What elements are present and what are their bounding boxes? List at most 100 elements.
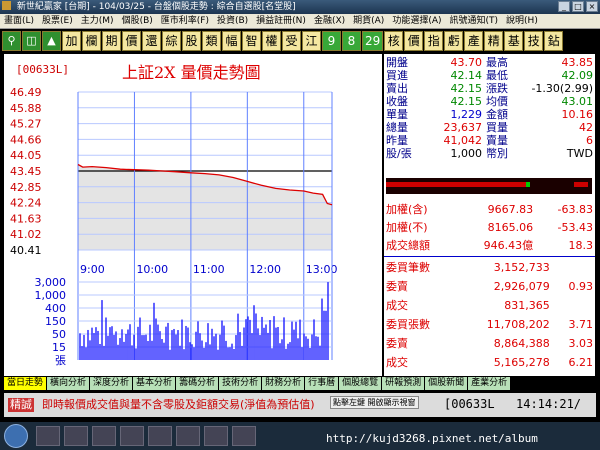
- tab-3[interactable]: 基本分析: [133, 377, 176, 390]
- menu-item[interactable]: 期貨(A): [349, 16, 388, 26]
- order-label: 委賣: [386, 337, 408, 350]
- quote-value: 1,229: [450, 108, 483, 121]
- toolbar-button[interactable]: 綜: [162, 31, 181, 51]
- price-tick-label: 45.27: [10, 118, 42, 131]
- time-tick-label: 13:00: [306, 263, 338, 276]
- order-value: 2,926,079: [493, 280, 550, 293]
- menu-item[interactable]: 畫面(L): [0, 16, 38, 26]
- close-button[interactable]: ×: [586, 1, 598, 12]
- taskbar-app-icon[interactable]: [176, 426, 200, 446]
- toolbar-button[interactable]: 價: [122, 31, 141, 51]
- menu-item[interactable]: 投資(B): [213, 16, 252, 26]
- menu-item[interactable]: 損益註冊(N): [252, 16, 310, 26]
- index-row: 加權(含) 9667.83 -63.83: [384, 200, 595, 218]
- quote-label: 買進: [386, 69, 408, 82]
- volume-tick-label: 150: [45, 315, 66, 328]
- menu-item[interactable]: 金融(X): [310, 16, 349, 26]
- taskbar-app-icon[interactable]: [36, 426, 60, 446]
- taskbar-app-icon[interactable]: [148, 426, 172, 446]
- quote-row: 買進 42.14 最低 42.09: [384, 69, 595, 82]
- toolbar-button[interactable]: 9: [322, 31, 341, 51]
- tab-8[interactable]: 個股總覽: [339, 377, 382, 390]
- menu-item[interactable]: 訊號通知(T): [446, 16, 503, 26]
- window-icon[interactable]: ◫: [22, 31, 41, 51]
- quote-label: 收盤: [386, 95, 408, 108]
- quote-value: 43.85: [561, 56, 594, 69]
- toolbar-button[interactable]: 受: [282, 31, 301, 51]
- tab-1[interactable]: 橫向分析: [47, 377, 90, 390]
- tab-7[interactable]: 行事曆: [305, 377, 339, 390]
- volume-tick-label: 1,000: [35, 289, 67, 302]
- toolbar-button[interactable]: 產: [464, 31, 484, 51]
- price-area: [78, 164, 332, 250]
- quote-value: 43.70: [450, 56, 483, 69]
- index-change: -63.83: [557, 202, 593, 216]
- toolbar-button[interactable]: 基: [504, 31, 524, 51]
- toolbar-button[interactable]: 29: [362, 31, 384, 51]
- quote-label: 單量: [386, 108, 408, 121]
- toolbar-button[interactable]: 期: [102, 31, 121, 51]
- menu-item[interactable]: 功能選擇(A): [388, 16, 445, 26]
- toolbar-button[interactable]: 鉆: [544, 31, 564, 51]
- taskbar-app-icon[interactable]: [120, 426, 144, 446]
- menu-item[interactable]: 主力(M): [77, 16, 118, 26]
- quote-value: TWD: [566, 147, 593, 160]
- toolbar-button[interactable]: 類: [202, 31, 221, 51]
- quote-label: 最高: [486, 56, 508, 69]
- toolbar-button[interactable]: 指: [424, 31, 444, 51]
- quote-value: 10.16: [561, 108, 594, 121]
- quote-label: 最低: [486, 69, 508, 82]
- tab-9[interactable]: 研報預測: [382, 377, 425, 390]
- toolbar-button[interactable]: 價: [404, 31, 424, 51]
- toolbar-button[interactable]: 股: [182, 31, 201, 51]
- order-ratio: [552, 258, 595, 277]
- tab-6[interactable]: 財務分析: [262, 377, 305, 390]
- quote-value: 42.15: [450, 82, 483, 95]
- toolbar-button[interactable]: 江: [302, 31, 321, 51]
- toolbar-button[interactable]: 幅: [222, 31, 241, 51]
- chart-icon[interactable]: ▲: [42, 31, 61, 51]
- taskbar-app-icon[interactable]: [64, 426, 88, 446]
- order-row: 委買筆數 3,152,733: [384, 258, 595, 277]
- tab-11[interactable]: 產業分析: [468, 377, 511, 390]
- toolbar-button[interactable]: 欄: [82, 31, 101, 51]
- time-tick-label: 11:00: [193, 263, 225, 276]
- open-popup-button[interactable]: 點擊左鍵 開啟顯示視窗: [330, 396, 419, 409]
- index-change: 18.3: [568, 238, 594, 252]
- tab-4[interactable]: 籌碼分析: [176, 377, 219, 390]
- menu-item[interactable]: 股票(E): [38, 16, 77, 26]
- menu-item[interactable]: 說明(H): [502, 16, 542, 26]
- toolbar-button[interactable]: 8: [342, 31, 361, 51]
- order-ratio: 0.93: [568, 280, 594, 293]
- price-tick-label: 45.88: [10, 102, 42, 115]
- tab-10[interactable]: 個股新聞: [425, 377, 468, 390]
- taskbar-app-icon[interactable]: [204, 426, 228, 446]
- quote-label: 幣別: [486, 147, 508, 160]
- tab-5[interactable]: 技術分析: [219, 377, 262, 390]
- watermark-url: http://kujd3268.pixnet.net/album: [326, 432, 538, 445]
- tab-2[interactable]: 深度分析: [90, 377, 133, 390]
- status-time: 14:14:21/: [516, 397, 582, 411]
- chart-canvas: 46.49 45.88 45.27 44.66 44.05 43.45 42.85 42.24…: [10, 86, 338, 367]
- maximize-button[interactable]: □: [572, 1, 584, 12]
- menu-item[interactable]: 個股(B): [118, 16, 157, 26]
- toolbar-button[interactable]: 精: [484, 31, 504, 51]
- toolbar-button[interactable]: 權: [262, 31, 281, 51]
- index-label: 成交總額: [386, 238, 430, 252]
- toolbar-button[interactable]: 智: [242, 31, 261, 51]
- order-table: 委買筆數 3,152,733 委賣 2,926,079 0.93 成交 831,365 委買張…: [384, 258, 595, 372]
- start-button[interactable]: [4, 424, 28, 448]
- toolbar-button[interactable]: 虧: [444, 31, 464, 51]
- toolbar-button[interactable]: 還: [142, 31, 161, 51]
- toolbar-button[interactable]: 加: [62, 31, 81, 51]
- order-row: 委賣 8,864,388 3.03: [384, 334, 595, 353]
- menu-item[interactable]: 匯市利率(F): [157, 16, 213, 26]
- window-title: 新世紀贏家 [台期] - 104/03/25 - 台盤個股走勢 : 綜合自選股[…: [16, 2, 296, 12]
- taskbar-app-icon[interactable]: [92, 426, 116, 446]
- tab-0[interactable]: 當日走勢: [4, 377, 47, 390]
- toolbar-button[interactable]: 核: [384, 31, 404, 51]
- minimize-button[interactable]: _: [558, 1, 570, 12]
- toolbar-button[interactable]: 技: [524, 31, 544, 51]
- search-icon[interactable]: ⚲: [2, 31, 21, 51]
- taskbar-app-icon[interactable]: [232, 426, 256, 446]
